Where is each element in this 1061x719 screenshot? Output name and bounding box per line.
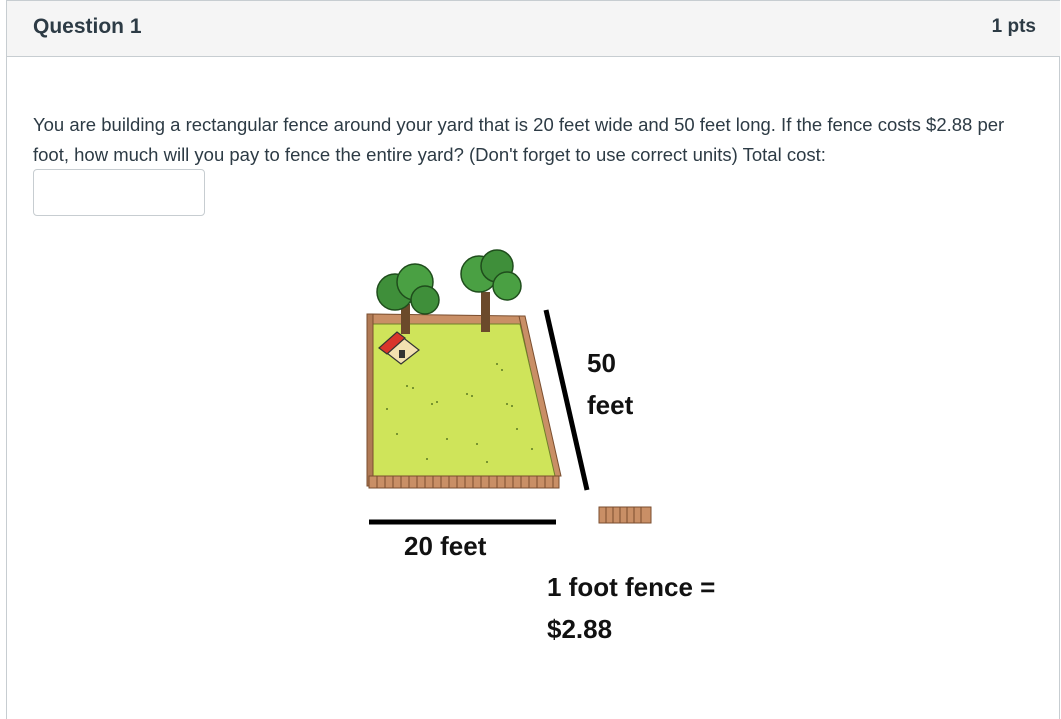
left-fence (366, 313, 374, 487)
back-fence (370, 313, 523, 325)
price-label-line2: $2.88 (547, 614, 613, 644)
question-header: Question 1 1 pts (7, 0, 1060, 57)
width-label: 20 feet (404, 531, 487, 561)
question-text: You are building a rectangular fence aro… (33, 114, 1005, 165)
question-card: Question 1 1 pts You are building a rect… (6, 0, 1060, 719)
price-label-line1: 1 foot fence = (547, 572, 716, 602)
length-label-unit: feet (587, 390, 634, 420)
fence-illustration: 50 feet 20 feet 1 foot fence = $2.88 (357, 244, 777, 664)
one-foot-fence-piece (598, 506, 652, 524)
question-title: Question 1 (33, 15, 142, 38)
total-cost-input[interactable] (33, 169, 205, 216)
front-fence (368, 475, 560, 489)
question-points: 1 pts (991, 16, 1036, 37)
length-label-number: 50 (587, 348, 616, 378)
